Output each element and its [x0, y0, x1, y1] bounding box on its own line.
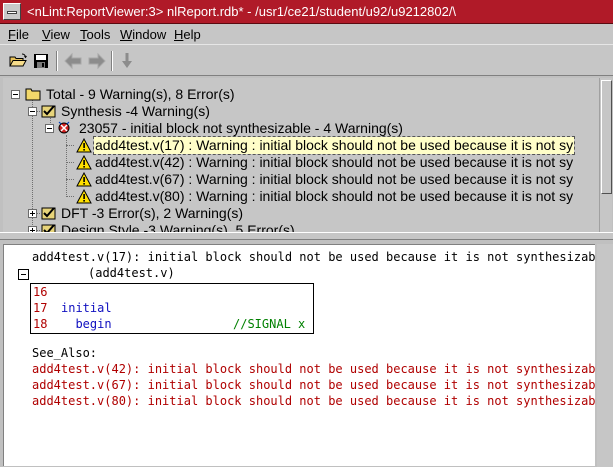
- detail-pane: add4test.v(17): initial block should not…: [3, 244, 595, 466]
- collapse-icon[interactable]: [11, 90, 20, 99]
- tree-node-label: Synthesis -4 Warning(s): [61, 103, 210, 119]
- rule-bug-icon: [57, 121, 71, 139]
- see-also-label: See_Also:: [32, 346, 98, 360]
- scrollbar-thumb[interactable]: [601, 80, 612, 194]
- code-line-number: 17: [33, 301, 48, 315]
- tree-node-label: 23057 - initial block not synthesizable …: [79, 120, 403, 136]
- forward-arrow-icon[interactable]: [86, 50, 108, 72]
- window-title: <nLint:ReportViewer:3> nlReport.rdb* - /…: [27, 4, 457, 19]
- tree-item-label: add4test.v(80) : Warning : initial block…: [95, 188, 574, 204]
- open-folder-icon[interactable]: [7, 50, 29, 72]
- code-snippet: 16 17 initial 18 begin //SIGNAL x: [30, 283, 314, 334]
- tree-item-label: add4test.v(42) : Warning : initial block…: [95, 154, 574, 170]
- tree-connector: [66, 145, 74, 146]
- save-icon[interactable]: [30, 50, 52, 72]
- see-also-link[interactable]: add4test.v(67): initial block should not…: [32, 377, 595, 393]
- filter-down-arrow-icon[interactable]: [116, 50, 138, 72]
- code-keyword: begin: [61, 317, 112, 331]
- collapse-code-button[interactable]: [18, 269, 29, 280]
- menu-window[interactable]: Window: [120, 27, 166, 42]
- report-tree: Total - 9 Warning(s), 8 Error(s) Synthes…: [3, 78, 599, 232]
- back-arrow-icon[interactable]: [62, 50, 84, 72]
- menu-view[interactable]: View: [42, 27, 70, 42]
- code-line-number: 18: [33, 317, 48, 331]
- tree-item-label: add4test.v(67) : Warning : initial block…: [95, 171, 574, 187]
- menu-file[interactable]: File: [8, 27, 29, 42]
- toolbar-separator: [111, 51, 113, 71]
- toolbar: [0, 44, 613, 76]
- pane-splitter[interactable]: [0, 232, 613, 240]
- checkbox-folder-icon: [41, 223, 57, 232]
- menu-tools[interactable]: Tools: [80, 27, 110, 42]
- see-also-link[interactable]: add4test.v(80): initial block should not…: [32, 393, 595, 409]
- tree-node-label: DFT -3 Error(s), 2 Warning(s): [61, 205, 244, 221]
- tree-connector: [66, 179, 74, 180]
- checkbox-folder-icon: [41, 206, 57, 224]
- tree-connector: [66, 162, 74, 163]
- tree-connector: [66, 196, 74, 197]
- tree-node-label: Total - 9 Warning(s), 8 Error(s): [46, 86, 235, 102]
- menu-help[interactable]: Help: [174, 27, 201, 42]
- toolbar-separator: [56, 51, 58, 71]
- folder-icon: [25, 87, 41, 105]
- tree-scrollbar[interactable]: [599, 78, 612, 232]
- tree-node-label: Design Style -3 Warning(s), 5 Error(s): [61, 222, 295, 232]
- menu-bar: File View Tools Window Help: [0, 24, 613, 44]
- title-bar: <nLint:ReportViewer:3> nlReport.rdb* - /…: [0, 0, 613, 24]
- detail-file-ref: (add4test.v): [88, 266, 175, 280]
- code-keyword: initial: [61, 301, 112, 315]
- see-also-link[interactable]: add4test.v(42): initial block should not…: [32, 361, 595, 377]
- collapse-icon[interactable]: [28, 107, 37, 116]
- detail-scrollbar[interactable]: [597, 244, 613, 467]
- code-comment: //SIGNAL x: [233, 317, 306, 331]
- collapse-icon[interactable]: [45, 124, 54, 133]
- detail-message: add4test.v(17): initial block should not…: [32, 250, 595, 264]
- checkbox-folder-icon: [41, 104, 57, 122]
- code-line-number: 16: [33, 285, 48, 299]
- window-menu-button[interactable]: [3, 3, 21, 20]
- tree-item-label: add4test.v(17) : Warning : initial block…: [92, 136, 576, 155]
- expand-icon[interactable]: [28, 209, 37, 218]
